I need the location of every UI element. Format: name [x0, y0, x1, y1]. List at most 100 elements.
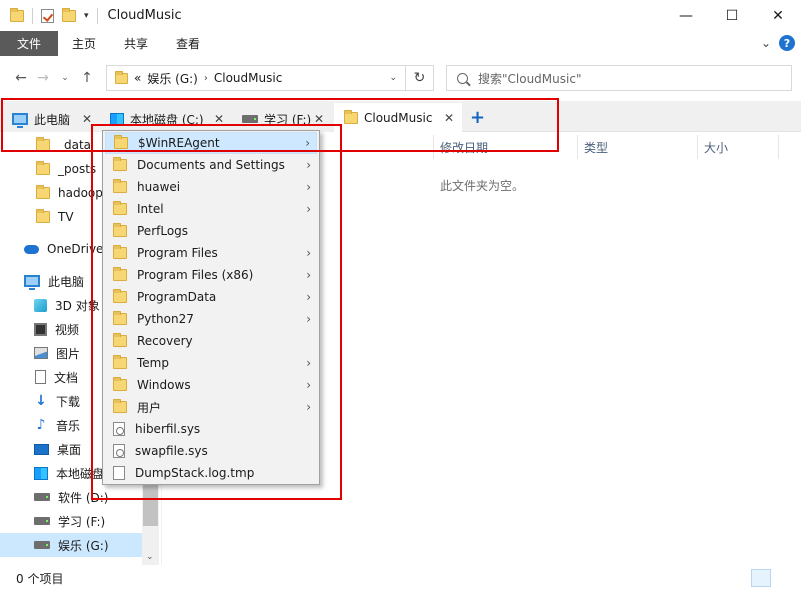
chevron-right-icon: › [306, 400, 311, 414]
windows-drive-icon [110, 112, 124, 126]
system-file-icon [113, 444, 125, 458]
navigation-bar: ← → ⌄ ↑ « 娱乐 (G:) › CloudMusic ⌄ ↻ 搜索"Cl… [0, 58, 801, 98]
customize-toolbar-icon[interactable]: ▾ [84, 11, 89, 21]
folder-icon [113, 157, 127, 171]
menu-item-intel[interactable]: Intel › [105, 198, 317, 220]
toolbar-divider [32, 7, 33, 24]
tab-label: 学习 (F:) [264, 112, 312, 127]
menu-item-documents-and-settings[interactable]: Documents and Settings › [105, 154, 317, 176]
tab-local-disk-c[interactable]: 本地磁盘 (C:) ✕ [100, 106, 232, 132]
sidebar-item-label: hadoop [58, 186, 103, 200]
folder-tab-strip: 此电脑 ✕ 本地磁盘 (C:) ✕ 学习 (F:) ✕ CloudMusic ✕… [0, 101, 801, 133]
column-divider[interactable] [577, 135, 578, 159]
menu-item-temp[interactable]: Temp › [105, 352, 317, 374]
menu-item-hiberfil[interactable]: hiberfil.sys [105, 418, 317, 440]
menu-item-users[interactable]: 用户 › [105, 396, 317, 418]
tab-cloudmusic[interactable]: CloudMusic ✕ [334, 103, 462, 133]
menu-item-swapfile[interactable]: swapfile.sys [105, 440, 317, 462]
chevron-right-icon: › [306, 180, 311, 194]
column-header-size[interactable]: 大小 [704, 137, 728, 157]
scroll-down-icon[interactable]: ⌄ [146, 552, 154, 562]
folder-icon [36, 209, 50, 223]
up-button[interactable]: ↑ [76, 70, 98, 86]
menu-item-label: 用户 [137, 400, 162, 415]
new-folder-icon[interactable] [62, 7, 76, 22]
menu-item-recovery[interactable]: Recovery [105, 330, 317, 352]
tab-study-f[interactable]: 学习 (F:) ✕ [232, 106, 332, 132]
menu-item-windows[interactable]: Windows › [105, 374, 317, 396]
folder-icon [113, 201, 127, 215]
sidebar-item-label: 桌面 [57, 442, 82, 457]
new-tab-button[interactable]: + [470, 107, 485, 128]
column-header-modified[interactable]: 修改日期 [440, 137, 488, 157]
menu-item-label: Python27 [137, 312, 194, 326]
refresh-button[interactable]: ↻ [406, 65, 434, 91]
folder-icon [113, 333, 127, 347]
folder-icon [113, 289, 127, 303]
close-tab-icon[interactable]: ✕ [82, 112, 92, 126]
sidebar-item-study-f[interactable]: 学习 (F:) [0, 509, 142, 533]
folder-icon [36, 185, 50, 199]
menu-item-winreagent[interactable]: $WinREAgent › [105, 132, 317, 154]
menu-item-programdata[interactable]: ProgramData › [105, 286, 317, 308]
breadcrumb-folder[interactable]: CloudMusic [214, 71, 282, 85]
address-overflow[interactable]: « [134, 71, 141, 85]
downloads-icon: ↓ [35, 393, 47, 409]
expand-ribbon-icon[interactable]: ⌄ [761, 36, 771, 50]
sidebar-item-label: 学习 (F:) [58, 514, 106, 529]
menu-item-label: swapfile.sys [135, 444, 208, 458]
ribbon-tab-home[interactable]: 主页 [58, 31, 110, 56]
close-tab-icon[interactable]: ✕ [314, 112, 324, 126]
menu-item-program-files-x86[interactable]: Program Files (x86) › [105, 264, 317, 286]
address-history-dropdown[interactable]: ⌄ [389, 73, 397, 83]
sidebar-item-label: 3D 对象 [55, 298, 100, 313]
pictures-icon [34, 347, 48, 359]
column-divider[interactable] [697, 135, 698, 159]
recent-locations-button[interactable]: ⌄ [54, 73, 76, 83]
ribbon-tab-share[interactable]: 共享 [110, 31, 162, 56]
menu-item-label: DumpStack.log.tmp [135, 466, 255, 480]
drive-icon [34, 517, 50, 525]
address-bar[interactable]: « 娱乐 (G:) › CloudMusic ⌄ [106, 65, 406, 91]
sidebar-item-entertainment-g[interactable]: 娱乐 (G:) [0, 533, 142, 557]
close-tab-icon[interactable]: ✕ [214, 112, 224, 126]
properties-icon[interactable] [41, 8, 54, 23]
close-tab-icon[interactable]: ✕ [444, 111, 454, 125]
details-view-button[interactable] [751, 569, 771, 587]
column-divider[interactable] [778, 135, 779, 159]
folder-icon[interactable] [10, 7, 24, 22]
sidebar-item-label: 此电脑 [48, 274, 85, 289]
large-icons-view-button[interactable] [775, 569, 795, 587]
menu-item-label: hiberfil.sys [135, 422, 201, 436]
ribbon-tab-view[interactable]: 查看 [162, 31, 214, 56]
column-divider[interactable] [433, 135, 434, 159]
menu-item-label: Program Files (x86) [137, 268, 254, 282]
back-button[interactable]: ← [10, 70, 32, 86]
close-button[interactable]: ✕ [755, 0, 801, 31]
sidebar-item-software-d[interactable]: 软件 (D:) [0, 485, 142, 509]
menu-item-perflogs[interactable]: PerfLogs [105, 220, 317, 242]
documents-icon [35, 370, 46, 384]
breadcrumb-drive[interactable]: 娱乐 (G:) [147, 70, 198, 87]
chevron-right-icon[interactable]: › [204, 73, 208, 84]
help-icon[interactable]: ? [779, 35, 795, 51]
search-box[interactable]: 搜索"CloudMusic" [446, 65, 792, 91]
tab-this-pc[interactable]: 此电脑 ✕ [2, 106, 100, 132]
minimize-button[interactable]: — [663, 0, 709, 31]
menu-item-dumpstack[interactable]: DumpStack.log.tmp [105, 462, 317, 484]
folder-dropdown-menu: $WinREAgent › Documents and Settings › h… [102, 130, 320, 485]
folder-icon [113, 179, 127, 193]
chevron-right-icon: › [305, 136, 310, 150]
menu-item-program-files[interactable]: Program Files › [105, 242, 317, 264]
sidebar-item-label: 软件 (D:) [58, 490, 109, 505]
ribbon-tab-file[interactable]: 文件 [0, 31, 58, 56]
video-icon [34, 322, 47, 336]
menu-item-python27[interactable]: Python27 › [105, 308, 317, 330]
drive-icon [34, 493, 50, 501]
quick-access-toolbar: ▾ [0, 7, 98, 24]
column-header-type[interactable]: 类型 [584, 137, 608, 157]
forward-button[interactable]: → [32, 70, 54, 86]
maximize-button[interactable]: ☐ [709, 0, 755, 31]
folder-icon [113, 223, 127, 237]
menu-item-huawei[interactable]: huawei › [105, 176, 317, 198]
